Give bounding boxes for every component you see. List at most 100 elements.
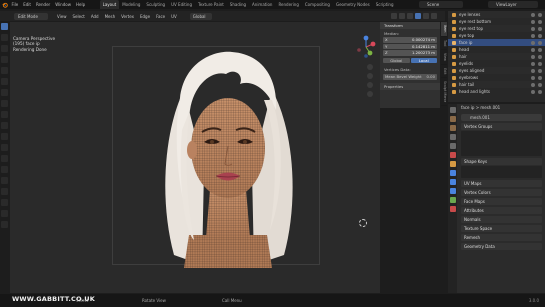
tab-edit[interactable]: Edit — [441, 65, 447, 79]
move-tool-icon[interactable] — [1, 45, 8, 52]
eye-icon[interactable] — [531, 54, 535, 59]
median-x-field[interactable]: X 0.000274 m — [383, 37, 437, 43]
camera-icon[interactable] — [538, 47, 542, 52]
inset-tool-icon[interactable] — [1, 122, 8, 129]
tab-modeling[interactable]: Modeling — [119, 0, 143, 9]
material-tab-icon[interactable] — [449, 206, 456, 212]
properties-panel-header[interactable]: Properties — [380, 82, 440, 90]
eye-icon[interactable] — [531, 47, 535, 52]
orientation-dropdown[interactable]: Global — [189, 12, 212, 20]
rendered-shading-icon[interactable] — [431, 13, 437, 19]
camera-icon[interactable] — [538, 75, 542, 80]
rip-tool-icon[interactable] — [1, 221, 8, 228]
particles-tab-icon[interactable] — [449, 179, 456, 185]
median-y-field[interactable]: Y 0.142811 m — [383, 43, 437, 49]
outliner-row[interactable]: hair — [448, 53, 545, 60]
tab-rendering[interactable]: Rendering — [275, 0, 301, 9]
eye-icon[interactable] — [531, 33, 535, 38]
3d-cursor-icon[interactable] — [359, 219, 367, 227]
pan-hand-icon[interactable] — [367, 73, 373, 79]
vertex-groups-list[interactable] — [461, 131, 542, 156]
shrink-fatten-tool-icon[interactable] — [1, 199, 8, 206]
camera-icon[interactable] — [538, 19, 542, 24]
wireframe-shading-icon[interactable] — [407, 13, 413, 19]
bevel-weight-field[interactable]: Mean Bevel Weight 0.00 — [383, 74, 437, 80]
outliner-row[interactable]: eye rest top — [448, 25, 545, 32]
tab-sculpt-mirror[interactable]: Sculpt Mirror — [441, 78, 447, 107]
eye-icon[interactable] — [531, 82, 535, 87]
3d-viewport[interactable]: Camera Perspective (195) face ip Renderi… — [10, 22, 380, 293]
menu-window[interactable]: Window — [53, 2, 74, 7]
overlay-icon[interactable] — [391, 13, 397, 19]
view-layer-tab-icon[interactable] — [449, 134, 456, 140]
shape-keys-list[interactable] — [461, 166, 542, 178]
camera-icon[interactable] — [538, 68, 542, 73]
eye-icon[interactable] — [531, 26, 535, 31]
menu-help[interactable]: Help — [73, 2, 87, 7]
texture-space-section[interactable]: Texture Space — [461, 225, 542, 232]
eye-icon[interactable] — [531, 61, 535, 66]
solid-shading-icon[interactable] — [415, 13, 421, 19]
scale-tool-icon[interactable] — [1, 67, 8, 74]
tab-uv-editing[interactable]: UV Editing — [168, 0, 195, 9]
mesh-datablock-field[interactable]: mesh.001 — [461, 114, 542, 121]
outliner-row[interactable]: eye lenses — [448, 11, 545, 18]
extrude-tool-icon[interactable] — [1, 111, 8, 118]
modifier-tab-icon[interactable] — [449, 170, 456, 176]
tab-scripting[interactable]: Scripting — [373, 0, 397, 9]
tab-compositing[interactable]: Compositing — [302, 0, 333, 9]
bevel-tool-icon[interactable] — [1, 133, 8, 140]
outliner-row[interactable]: hair tail — [448, 81, 545, 88]
attributes-section[interactable]: Attributes — [461, 207, 542, 214]
camera-icon[interactable] — [538, 61, 542, 66]
uv-maps-section[interactable]: UV Maps — [461, 180, 542, 187]
navigation-gizmo[interactable] — [354, 35, 378, 59]
transform-panel-header[interactable]: Transform — [380, 22, 440, 29]
outliner-row[interactable]: head — [448, 46, 545, 53]
annotate-tool-icon[interactable] — [1, 89, 8, 96]
scene-tab-icon[interactable] — [449, 143, 456, 149]
tab-animation[interactable]: Animation — [249, 0, 275, 9]
rotate-tool-icon[interactable] — [1, 56, 8, 63]
face-maps-section[interactable]: Face Maps — [461, 198, 542, 205]
spin-tool-icon[interactable] — [1, 177, 8, 184]
outliner-row[interactable]: eyelids — [448, 60, 545, 67]
camera-icon[interactable] — [538, 89, 542, 94]
camera-icon[interactable] — [538, 54, 542, 59]
vertex-groups-section[interactable]: Vertex Groups — [461, 123, 542, 130]
outliner-row[interactable]: eyebrows — [448, 74, 545, 81]
eye-icon[interactable] — [531, 75, 535, 80]
measure-tool-icon[interactable] — [1, 100, 8, 107]
transform-tool-icon[interactable] — [1, 78, 8, 85]
blender-logo-icon[interactable] — [0, 0, 9, 9]
outliner-row[interactable]: eye top — [448, 32, 545, 39]
view-layer-selector[interactable]: ViewLayer — [488, 1, 538, 8]
tab-layout[interactable]: Layout — [99, 0, 120, 9]
camera-icon[interactable] — [538, 33, 542, 38]
median-z-field[interactable]: Z 1.200273 m — [383, 50, 437, 56]
perspective-grid-icon[interactable] — [367, 91, 373, 97]
mode-dropdown[interactable]: Edit Mode — [14, 12, 48, 20]
menu-render[interactable]: Render — [33, 2, 52, 7]
menu-view[interactable]: View — [54, 14, 70, 19]
tab-texture-paint[interactable]: Texture Paint — [195, 0, 227, 9]
poly-build-tool-icon[interactable] — [1, 166, 8, 173]
tab-view[interactable]: View — [441, 50, 447, 65]
zoom-icon[interactable] — [367, 64, 373, 70]
eye-icon[interactable] — [531, 40, 535, 45]
outliner-row[interactable]: eyes aligned — [448, 67, 545, 74]
vertex-colors-section[interactable]: Vertex Colors — [461, 189, 542, 196]
xray-icon[interactable] — [399, 13, 405, 19]
menu-edge[interactable]: Edge — [137, 14, 153, 19]
cursor-tool-icon[interactable] — [1, 34, 8, 41]
local-button[interactable]: Local — [410, 57, 437, 63]
smooth-tool-icon[interactable] — [1, 188, 8, 195]
physics-tab-icon[interactable] — [449, 188, 456, 194]
object-tab-icon[interactable] — [449, 161, 456, 167]
menu-vertex[interactable]: Vertex — [118, 14, 137, 19]
knife-tool-icon[interactable] — [1, 155, 8, 162]
menu-select[interactable]: Select — [70, 14, 88, 19]
tool-tab-icon[interactable] — [449, 107, 456, 113]
camera-icon[interactable] — [538, 82, 542, 87]
eye-icon[interactable] — [531, 19, 535, 24]
